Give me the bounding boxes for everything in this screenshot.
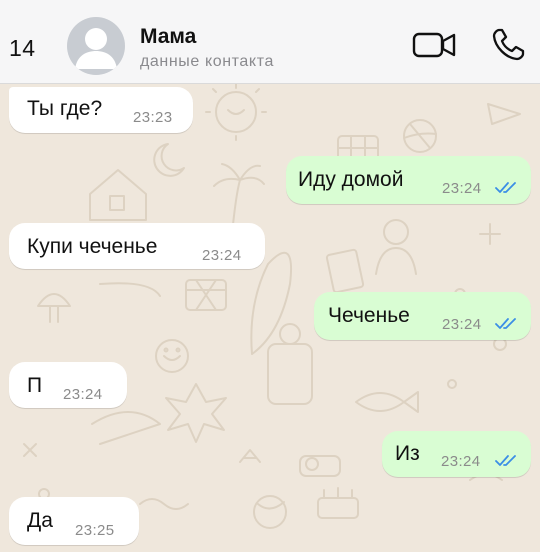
video-camera-icon	[412, 32, 456, 58]
contact-info-link[interactable]: данные контакта	[140, 53, 274, 71]
read-receipt-icon	[495, 182, 516, 193]
message-incoming[interactable]: Купи чеченье 23:24	[9, 223, 265, 269]
voice-call-button[interactable]	[490, 27, 526, 68]
message-outgoing[interactable]: Чеченье 23:24	[314, 292, 531, 340]
message-time: 23:24	[442, 180, 482, 197]
read-receipt-icon	[495, 455, 516, 466]
contact-name[interactable]: Мама	[140, 25, 196, 49]
message-text: Иду домой	[298, 168, 404, 191]
message-time: 23:25	[75, 522, 115, 539]
message-text: Купи чеченье	[27, 235, 158, 258]
read-receipt-icon	[495, 318, 516, 329]
message-text: Да	[27, 509, 53, 532]
message-time: 23:24	[441, 453, 481, 470]
message-incoming[interactable]: Ты где? 23:23	[9, 87, 193, 133]
message-text: Чеченье	[328, 304, 410, 327]
chat-area[interactable]: Ты где? 23:23 Иду домой 23:24 Купи чечен…	[0, 84, 540, 552]
message-outgoing[interactable]: Иду домой 23:24	[286, 156, 531, 204]
message-time: 23:24	[202, 247, 242, 264]
message-time: 23:24	[63, 386, 103, 403]
message-text: Ты где?	[27, 97, 103, 120]
message-incoming[interactable]: П 23:24	[9, 362, 127, 408]
message-time: 23:23	[133, 109, 173, 126]
contact-avatar[interactable]	[67, 17, 125, 75]
chat-header: 14 Мама данные контакта	[0, 0, 540, 84]
message-outgoing[interactable]: Из 23:24	[382, 431, 531, 477]
message-incoming[interactable]: Да 23:25	[9, 497, 139, 545]
message-time: 23:24	[442, 316, 482, 333]
message-text: Из	[395, 442, 420, 465]
message-text: П	[27, 374, 43, 397]
back-unread-count[interactable]: 14	[9, 35, 36, 62]
video-call-button[interactable]	[412, 28, 458, 67]
phone-icon	[492, 28, 525, 61]
person-icon	[75, 28, 117, 69]
